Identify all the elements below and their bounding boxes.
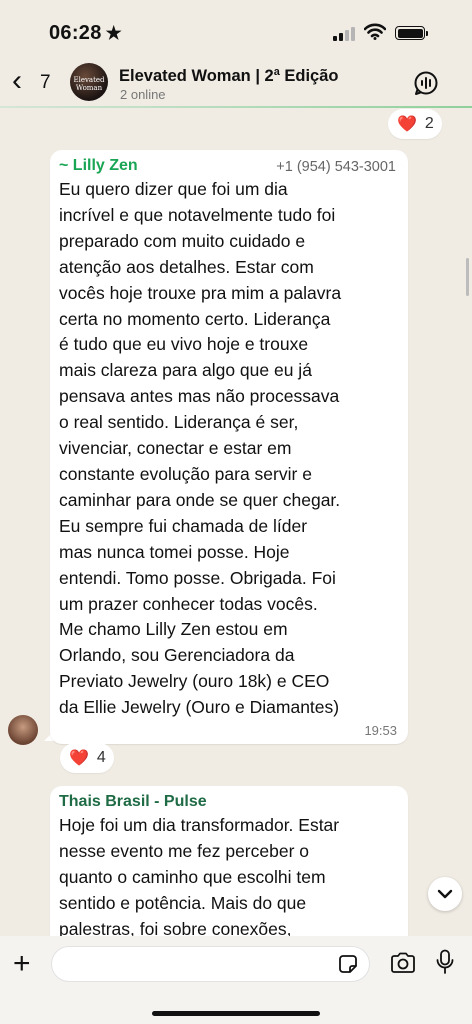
status-bar: 06:28 ★ xyxy=(0,0,472,58)
message-text: Eu quero dizer que foi um dia incrível e… xyxy=(59,179,342,718)
reaction-badge[interactable]: ❤️ 2 xyxy=(388,109,442,139)
message-bubble[interactable]: Thais Brasil - Pulse Hoje foi um dia tra… xyxy=(50,786,408,956)
camera-icon[interactable] xyxy=(390,952,416,974)
group-avatar[interactable]: Elevated Woman xyxy=(70,63,108,101)
scroll-to-bottom-button[interactable] xyxy=(428,877,462,911)
header-divider xyxy=(0,106,472,108)
chevron-down-icon xyxy=(437,889,453,899)
sender-phone[interactable]: +1 (954) 543-3001 xyxy=(276,159,396,175)
message-timestamp: 19:53 xyxy=(364,723,397,738)
unread-count[interactable]: 7 xyxy=(40,72,51,94)
message-input[interactable] xyxy=(51,946,370,982)
message-text: Hoje foi um dia transformador. Estar nes… xyxy=(59,815,340,939)
status-time: 06:28 ★ xyxy=(49,22,122,45)
chat-header: ‹ 7 Elevated Woman Elevated Woman | 2ª E… xyxy=(0,58,472,108)
online-status: 2 online xyxy=(120,87,166,102)
reaction-badge[interactable]: ❤️ 4 xyxy=(60,743,114,773)
message-bubble[interactable]: ~ Lilly Zen +1 (954) 543-3001 Eu quero d… xyxy=(50,150,408,744)
home-indicator xyxy=(152,1011,320,1016)
plus-icon[interactable]: + xyxy=(13,949,31,979)
heart-emoji: ❤️ xyxy=(397,116,417,133)
chat-title[interactable]: Elevated Woman | 2ª Edição xyxy=(119,67,339,86)
wifi-icon xyxy=(364,23,386,40)
scroll-indicator[interactable] xyxy=(466,258,469,296)
message-sender[interactable]: ~ Lilly Zen xyxy=(59,157,138,175)
reaction-count: 4 xyxy=(96,749,106,766)
sticker-icon[interactable] xyxy=(338,954,358,974)
back-chevron-icon[interactable]: ‹ xyxy=(12,66,22,96)
message-composer: + xyxy=(0,936,472,1024)
reaction-count: 2 xyxy=(424,115,434,132)
battery-icon xyxy=(395,26,428,40)
heart-emoji: ❤️ xyxy=(69,750,89,767)
message-sender[interactable]: Thais Brasil - Pulse xyxy=(59,793,207,811)
avatar-logo-text: Elevated Woman xyxy=(73,76,105,92)
star-icon: ★ xyxy=(105,23,123,43)
voice-chat-icon[interactable] xyxy=(413,70,439,96)
cellular-signal-icon xyxy=(333,27,355,41)
clock-text: 06:28 xyxy=(49,22,102,44)
microphone-icon[interactable] xyxy=(436,949,454,975)
sender-avatar[interactable] xyxy=(8,715,38,745)
